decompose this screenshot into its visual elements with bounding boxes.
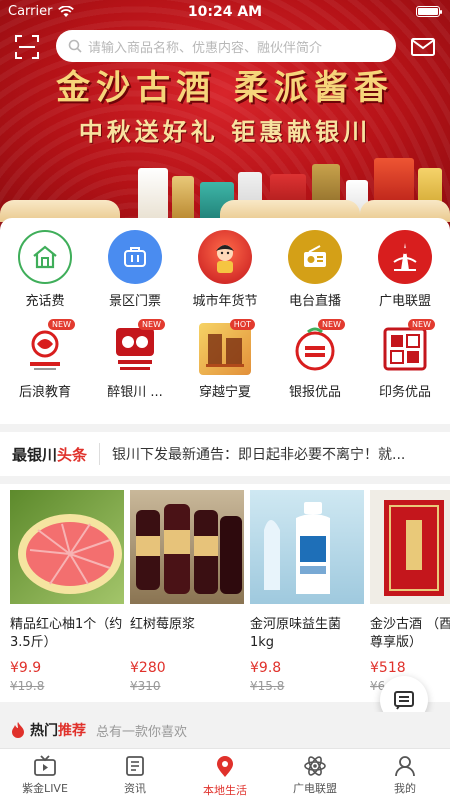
search-bar[interactable]: 请输入商品名称、优惠内容、融伙伴简介 bbox=[56, 30, 396, 62]
product-name: 红树莓原浆 bbox=[130, 617, 196, 632]
grid-item-broadcast-alliance[interactable]: 广电联盟 bbox=[360, 230, 450, 309]
atom-icon bbox=[304, 756, 326, 776]
tab-local-life[interactable]: 本地生活 bbox=[180, 749, 270, 800]
grid-label: 景区门票 bbox=[108, 294, 161, 309]
bottom-tab-bar: 紫金LIVE 资讯 本地生活 广电联盟 我的 bbox=[0, 748, 450, 800]
grid-label: 充话费 bbox=[25, 294, 65, 309]
tab-mine[interactable]: 我的 bbox=[360, 749, 450, 800]
grid-label: 印务优品 bbox=[378, 385, 431, 400]
grid-item-yinbao-youpin[interactable]: NEW 银报优品 bbox=[270, 319, 360, 400]
person-icon bbox=[395, 756, 415, 777]
ningxia-logo: HOT bbox=[199, 319, 255, 375]
tab-broadcast-alliance[interactable]: 广电联盟 bbox=[270, 749, 360, 800]
hot-tag: HOT bbox=[229, 319, 255, 330]
hot-title-a: 热门 bbox=[30, 723, 58, 739]
grid-item-houlang-education[interactable]: NEW 后浪教育 bbox=[0, 319, 90, 400]
service-grid: 充话费 景区门票 城市年货节 电台直播 广电联盟 NEW 后浪教育 NEW 醉银… bbox=[0, 230, 450, 400]
product-original-price: ¥310 bbox=[130, 679, 161, 693]
tower-icon bbox=[378, 230, 432, 284]
grid-label: 银报优品 bbox=[288, 385, 341, 400]
print-logo: NEW bbox=[379, 319, 435, 375]
hot-subtitle: 总有一款你喜欢 bbox=[96, 724, 188, 740]
tab-label: 资讯 bbox=[124, 782, 146, 795]
tab-news[interactable]: 资讯 bbox=[90, 749, 180, 800]
mail-icon[interactable] bbox=[410, 36, 436, 58]
news-headline-text[interactable]: 银川下发最新通告：即日起非必要不离宁！就... bbox=[112, 444, 427, 464]
new-tag: NEW bbox=[138, 319, 165, 330]
tab-zijin-live[interactable]: 紫金LIVE bbox=[0, 749, 90, 800]
tab-label: 广电联盟 bbox=[293, 782, 337, 795]
hot-title: 热门推荐 bbox=[30, 720, 86, 740]
product-carousel[interactable]: 精品红心柚1个（约3.5斤） ¥9.9 ¥19.8 红树莓原浆 ¥280 ¥31… bbox=[0, 484, 450, 702]
divider bbox=[99, 443, 101, 465]
search-icon bbox=[68, 39, 82, 53]
house-icon bbox=[18, 230, 72, 284]
new-tag: NEW bbox=[318, 319, 345, 330]
product-image-pomelo bbox=[10, 490, 124, 604]
grid-label: 后浪教育 bbox=[18, 385, 71, 400]
new-tag: NEW bbox=[48, 319, 75, 330]
ticket-icon bbox=[108, 230, 162, 284]
product-price: ¥9.8 bbox=[250, 660, 282, 676]
grid-item-print-youpin[interactable]: NEW 印务优品 bbox=[360, 319, 450, 400]
news-brand: 最银川头条 bbox=[12, 444, 87, 465]
product-price: ¥280 bbox=[130, 660, 166, 676]
product-card[interactable]: 金河原味益生菌1kg ¥9.8 ¥15.8 bbox=[250, 490, 364, 693]
flame-icon bbox=[12, 722, 24, 738]
product-name: 精品红心柚1个（约3.5斤） bbox=[10, 617, 123, 650]
tab-label: 紫金LIVE bbox=[22, 782, 68, 795]
battery-icon bbox=[416, 6, 442, 17]
grid-item-zuiyinchuan[interactable]: NEW 醉银川 ... bbox=[90, 319, 180, 400]
product-original-price: ¥15.8 bbox=[250, 679, 285, 693]
grid-item-city-festival[interactable]: 城市年货节 bbox=[180, 230, 270, 309]
product-image-raspberry-juice bbox=[130, 490, 244, 604]
promo-banner[interactable]: Carrier 10:24 AM 请输入商品名称、优惠内容、融伙伴简介 金沙古酒… bbox=[0, 0, 450, 232]
zuiyinchuan-logo: NEW bbox=[109, 319, 165, 375]
tab-label: 我的 bbox=[394, 782, 416, 795]
product-price: ¥9.9 bbox=[10, 660, 42, 676]
status-bar: Carrier 10:24 AM bbox=[0, 0, 450, 24]
product-name: 金河原味益生菌1kg bbox=[250, 617, 342, 650]
product-image-probiotic-yogurt bbox=[250, 490, 364, 604]
list-icon bbox=[394, 691, 414, 710]
top-bar: 请输入商品名称、优惠内容、融伙伴简介 bbox=[0, 30, 450, 64]
headline-news-bar[interactable]: 最银川头条 银川下发最新通告：即日起非必要不离宁！就... bbox=[0, 432, 450, 476]
location-icon bbox=[217, 756, 233, 777]
product-image-liquor bbox=[370, 490, 450, 604]
hot-recommend-header: 热门推荐 总有一款你喜欢 bbox=[0, 712, 450, 748]
product-price: ¥518 bbox=[370, 660, 406, 676]
scan-icon[interactable] bbox=[14, 34, 40, 60]
status-time: 10:24 AM bbox=[187, 4, 263, 20]
grid-item-radio-live[interactable]: 电台直播 bbox=[270, 230, 360, 309]
tv-icon bbox=[34, 755, 56, 776]
product-card[interactable]: 红树莓原浆 ¥280 ¥310 bbox=[130, 490, 244, 693]
news-brand-name: 最银川 bbox=[12, 445, 58, 464]
radio-icon bbox=[288, 230, 342, 284]
grid-label: 广电联盟 bbox=[378, 294, 431, 309]
product-name: 金沙古酒 （酉荣耀尊享版） bbox=[370, 617, 450, 650]
grid-label: 醉银川 ... bbox=[107, 385, 163, 400]
product-card[interactable]: 精品红心柚1个（约3.5斤） ¥9.9 ¥19.8 bbox=[10, 490, 124, 693]
new-tag: NEW bbox=[408, 319, 435, 330]
search-placeholder: 请输入商品名称、优惠内容、融伙伴简介 bbox=[88, 40, 323, 56]
news-icon bbox=[126, 756, 144, 776]
grid-item-recharge[interactable]: 充话费 bbox=[0, 230, 90, 309]
grid-label: 电台直播 bbox=[288, 294, 341, 309]
education-logo: NEW bbox=[19, 319, 75, 375]
banner-headline: 金沙古酒 柔派酱香 bbox=[56, 68, 394, 108]
hot-title-b: 推荐 bbox=[58, 723, 86, 739]
tab-label: 本地生活 bbox=[203, 784, 247, 797]
banner-product-artwork bbox=[0, 138, 450, 222]
grid-label: 穿越宁夏 bbox=[198, 385, 251, 400]
product-original-price: ¥19.8 bbox=[10, 679, 45, 693]
product-card[interactable]: 金沙古酒 （酉荣耀尊享版） ¥518 ¥6... bbox=[370, 490, 450, 693]
news-brand-tag: 头条 bbox=[57, 445, 88, 464]
grid-label: 城市年货节 bbox=[192, 294, 258, 309]
grid-item-chuanyue-ningxia[interactable]: HOT 穿越宁夏 bbox=[180, 319, 270, 400]
yinbao-logo: NEW bbox=[289, 319, 345, 375]
grid-item-scenic-tickets[interactable]: 景区门票 bbox=[90, 230, 180, 309]
service-grid-card: 充话费 景区门票 城市年货节 电台直播 广电联盟 NEW 后浪教育 NEW 醉银… bbox=[0, 218, 450, 424]
festival-icon bbox=[198, 230, 252, 284]
